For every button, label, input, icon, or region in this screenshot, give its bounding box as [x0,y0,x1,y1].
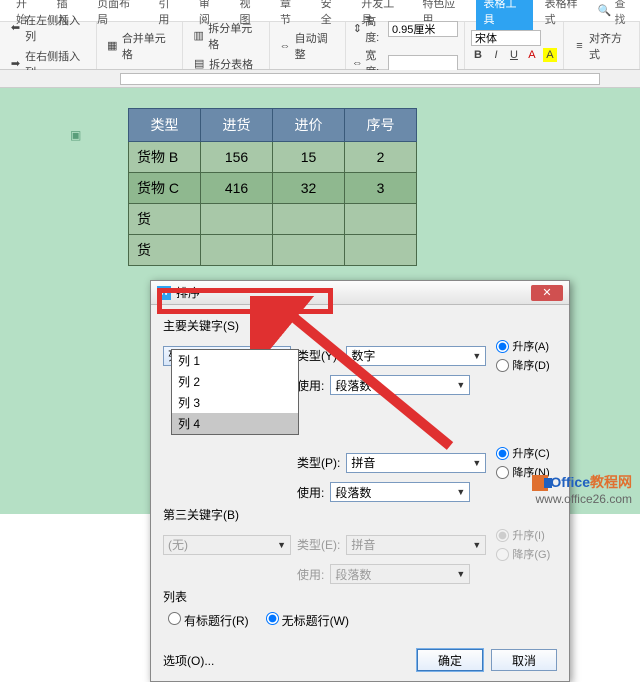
use1-combo[interactable]: 段落数▼ [330,375,470,395]
page-area: ▣ 类型 进货 进价 序号 货物 B156152 货物 C416323 货 货 … [0,88,640,514]
close-button[interactable]: ✕ [531,285,563,301]
use-label: 使用: [297,377,324,394]
height-label: 高度: [365,13,386,45]
bold-icon[interactable]: B [471,48,485,62]
th-seq[interactable]: 序号 [345,109,417,142]
th-stock[interactable]: 进货 [201,109,273,142]
align-button[interactable]: ≡对齐方式 [570,29,633,63]
th-type[interactable]: 类型 [129,109,201,142]
third-key-label: 第三关键字(B) [163,506,557,523]
dropdown-item[interactable]: 列 1 [172,350,298,371]
third-key-combo: (无)▼ [163,535,291,555]
insert-right-icon: ➡ [9,57,22,71]
desc1-radio[interactable]: 降序(D) [496,357,549,373]
dropdown-item-selected[interactable]: 列 4 [172,413,298,434]
anchor-icon: ▣ [70,128,81,142]
insert-left-icon: ⬅ [9,21,22,35]
type2-combo[interactable]: 拼音▼ [346,453,486,473]
dialog-titlebar[interactable]: W 排序 ✕ [151,281,569,305]
autofit-icon: ⇔ [279,39,292,53]
autofit-button[interactable]: ⇔自动调整 [276,29,339,63]
type-label: 类型(Y): [297,347,340,364]
width-icon: ⇔ [352,56,364,70]
use2-combo[interactable]: 段落数▼ [330,482,470,502]
no-header-radio[interactable]: 无标题行(W) [261,609,349,629]
use3-label: 使用: [297,566,324,583]
split-cell-button[interactable]: ▥拆分单元格 [189,19,262,53]
desc3-radio: 降序(G) [496,546,550,562]
ok-button[interactable]: 确定 [417,649,483,671]
italic-icon[interactable]: I [489,48,503,62]
toolbar: ⬅在左侧插入列 ➡在右侧插入列 ▦合并单元格 ▥拆分单元格 ▤拆分表格 ⇔自动调… [0,22,640,70]
sort-dialog: W 排序 ✕ 主要关键字(S) 列 4▼ 类型(Y): 数字▼ 升序(A) 降序… [150,280,570,682]
primary-key-dropdown[interactable]: 列 1 列 2 列 3 列 4 [171,349,299,435]
app-icon: W [157,286,171,300]
type3-combo: 拼音▼ [346,535,486,555]
use2-label: 使用: [297,484,324,501]
table-row[interactable]: 货物 C416323 [129,173,417,204]
merge-icon: ▦ [106,39,119,53]
dialog-title: 排序 [176,284,200,301]
primary-key-label: 主要关键字(S) [163,317,557,334]
has-header-radio[interactable]: 有标题行(R) [163,609,249,629]
insert-left-button[interactable]: ⬅在左侧插入列 [6,11,90,45]
cancel-button[interactable]: 取消 [491,649,557,671]
merge-button[interactable]: ▦合并单元格 [103,29,176,63]
document-table[interactable]: 类型 进货 进价 序号 货物 B156152 货物 C416323 货 货 [128,108,417,266]
highlight-icon[interactable]: A [543,48,557,62]
th-price[interactable]: 进价 [273,109,345,142]
asc3-radio: 升序(I) [496,527,550,543]
underline-icon[interactable]: U [507,48,521,62]
asc2-radio[interactable]: 升序(C) [496,445,549,461]
ribbon-tabs: 开始 插入 页面布局 引用 审阅 视图 章节 安全 开发工具 特色应用 表格工具… [0,0,640,22]
align-icon: ≡ [573,39,586,53]
split-table-icon: ▤ [192,57,206,71]
dropdown-item[interactable]: 列 3 [172,392,298,413]
list-label: 列表 [163,588,557,605]
options-button[interactable]: 选项(O)... [163,652,214,669]
type2-label: 类型(P): [297,454,340,471]
table-row[interactable]: 货物 B156152 [129,142,417,173]
dropdown-item[interactable]: 列 2 [172,371,298,392]
font-select[interactable] [471,30,541,46]
type1-combo[interactable]: 数字▼ [346,346,486,366]
split-cell-icon: ▥ [192,29,205,43]
use3-combo: 段落数▼ [330,564,470,584]
ruler [0,70,640,88]
table-row[interactable]: 货 [129,204,417,235]
watermark: Office教程网 www.office26.com [532,472,632,506]
asc1-radio[interactable]: 升序(A) [496,338,549,354]
font-color-icon[interactable]: A [525,48,539,62]
watermark-icon [532,475,548,491]
table-row[interactable]: 货 [129,235,417,266]
search-icon: 🔍 [598,4,612,17]
height-icon: ⇕ [352,22,364,36]
height-input[interactable] [388,21,458,37]
width-input[interactable] [388,55,458,71]
type3-label: 类型(E): [297,536,340,553]
